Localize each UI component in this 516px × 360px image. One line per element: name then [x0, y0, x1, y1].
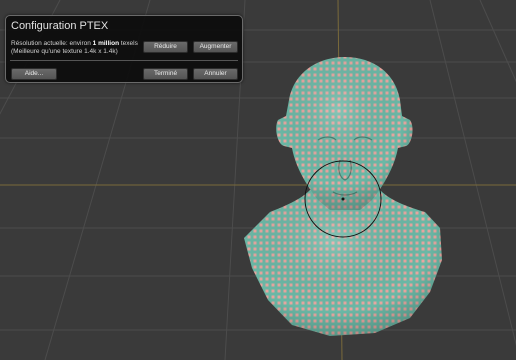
head-bust-model[interactable] [244, 57, 442, 336]
increase-button[interactable]: Augmenter [193, 41, 238, 53]
resolution-prefix: Résolution actuelle: environ [11, 40, 93, 47]
reduce-button[interactable]: Réduire [143, 41, 188, 53]
ptex-setup-dialog: Configuration PTEX Résolution actuelle: … [5, 15, 243, 83]
resolution-comparison: (Meilleure qu'une texture 1.4k x 1.4k) [11, 48, 118, 55]
resolution-line: Résolution actuelle: environ 1 million t… [11, 40, 146, 48]
help-button[interactable]: Aide... [11, 68, 57, 80]
resolution-info: Résolution actuelle: environ 1 million t… [11, 40, 146, 56]
resolution-suffix: texels [119, 40, 138, 47]
cancel-button[interactable]: Annuler [193, 68, 238, 80]
resolution-value: 1 million [92, 40, 120, 47]
done-button[interactable]: Terminé [143, 68, 188, 80]
dialog-divider [10, 60, 238, 61]
dialog-title: Configuration PTEX [11, 20, 109, 32]
